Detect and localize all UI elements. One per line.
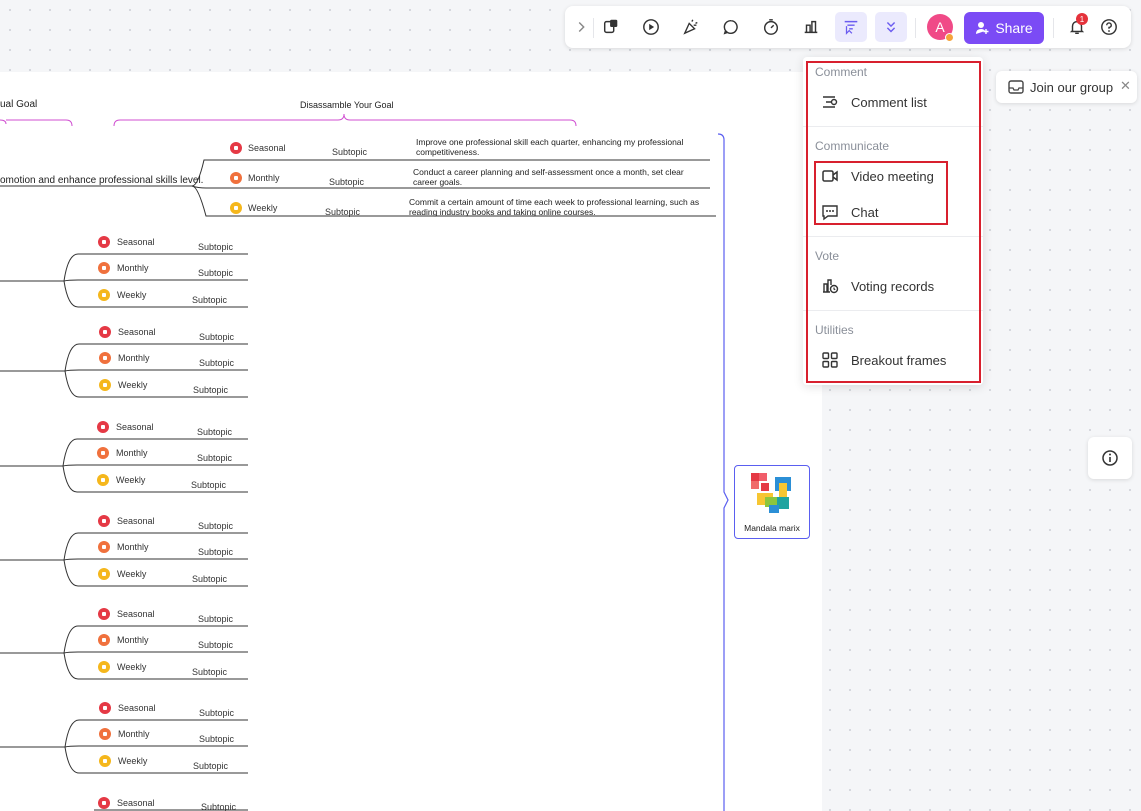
- flag-red-icon: [98, 797, 110, 809]
- subtopic-label[interactable]: Subtopic: [192, 574, 227, 584]
- flag-label[interactable]: Weekly: [118, 380, 147, 390]
- flag-label[interactable]: Weekly: [116, 475, 145, 485]
- goal-description[interactable]: Improve one professional skill each quar…: [416, 137, 712, 157]
- flag-label[interactable]: Monthly: [248, 173, 280, 183]
- subtopic-label[interactable]: Subtopic: [201, 802, 236, 811]
- subtopic-label[interactable]: Subtopic: [191, 480, 226, 490]
- flag-label[interactable]: Seasonal: [117, 609, 155, 619]
- flag-orange-icon: [98, 541, 110, 553]
- flag-label[interactable]: Monthly: [118, 729, 150, 739]
- flag-label[interactable]: Weekly: [248, 203, 277, 213]
- mandala-thumbnail: [751, 473, 791, 513]
- subtopic-label[interactable]: Subtopic: [199, 734, 234, 744]
- flag-orange-icon: [98, 262, 110, 274]
- share-label: Share: [995, 20, 1033, 36]
- flag-orange-icon: [98, 634, 110, 646]
- comment-icon[interactable]: [721, 17, 741, 37]
- play-icon[interactable]: [641, 17, 661, 37]
- subtopic-label[interactable]: Subtopic: [193, 385, 228, 395]
- subtopic-label[interactable]: Subtopic: [197, 427, 232, 437]
- subtopic-label[interactable]: Subtopic: [198, 547, 233, 557]
- subtopic-label[interactable]: Subtopic: [192, 667, 227, 677]
- flag-label[interactable]: Seasonal: [118, 703, 156, 713]
- join-group-banner[interactable]: Join our group ✕: [996, 71, 1137, 103]
- flag-orange-icon: [97, 447, 109, 459]
- flag-label[interactable]: Monthly: [117, 635, 149, 645]
- flag-orange-icon: [99, 728, 111, 740]
- chevron-right-icon[interactable]: [571, 17, 591, 37]
- flag-yellow-icon: [97, 474, 109, 486]
- flag-label[interactable]: Weekly: [117, 569, 146, 579]
- flag-label[interactable]: Monthly: [117, 263, 149, 273]
- info-icon: [1102, 450, 1118, 466]
- flag-red-icon: [98, 515, 110, 527]
- info-button[interactable]: [1088, 437, 1132, 479]
- flag-label[interactable]: Weekly: [117, 290, 146, 300]
- celebrate-icon[interactable]: [681, 17, 701, 37]
- help-icon[interactable]: [1099, 17, 1119, 37]
- subtopic-label[interactable]: Subtopic: [193, 761, 228, 771]
- mandala-matrix-card[interactable]: Mandala marix: [734, 465, 810, 539]
- subtopic-label[interactable]: Subtopic: [198, 521, 233, 531]
- subtopic-label[interactable]: Subtopic: [199, 708, 234, 718]
- add-user-icon: [976, 22, 989, 34]
- subtopic-label[interactable]: Subtopic: [192, 295, 227, 305]
- main-branch-text[interactable]: omotion and enhance professional skills …: [0, 176, 203, 186]
- inbox-icon: [1008, 80, 1024, 94]
- subtopic-label[interactable]: Subtopic: [199, 358, 234, 368]
- subtopic-label[interactable]: Subtopic: [197, 453, 232, 463]
- goal-description[interactable]: Commit a certain amount of time each wee…: [409, 197, 709, 217]
- subtopic-label[interactable]: Subtopic: [199, 332, 234, 342]
- flag-yellow-icon: [99, 379, 111, 391]
- flag-red-icon: [97, 421, 109, 433]
- flag-label[interactable]: Seasonal: [117, 237, 155, 247]
- flag-label[interactable]: Monthly: [116, 448, 148, 458]
- avatar-status-dot: [945, 33, 954, 42]
- subtopic-label[interactable]: Subtopic: [198, 242, 233, 252]
- flag-label[interactable]: Seasonal: [117, 516, 155, 526]
- flag-yellow-icon: [98, 289, 110, 301]
- subtopic-label[interactable]: Subtopic: [332, 147, 367, 157]
- flag-red-icon: [99, 702, 111, 714]
- header-right-label: Disassamble Your Goal: [300, 100, 394, 110]
- subtopic-label[interactable]: Subtopic: [198, 640, 233, 650]
- flag-orange-icon: [230, 172, 242, 184]
- sticker-icon[interactable]: [601, 17, 621, 37]
- flag-orange-icon: [99, 352, 111, 364]
- flag-yellow-icon: [230, 202, 242, 214]
- timer-icon[interactable]: [761, 17, 781, 37]
- notification-badge: 1: [1076, 13, 1088, 25]
- top-toolbar: A Share 1: [565, 6, 1131, 48]
- flag-label[interactable]: Monthly: [117, 542, 149, 552]
- subtopic-label[interactable]: Subtopic: [198, 614, 233, 624]
- flag-label[interactable]: Seasonal: [248, 143, 286, 153]
- goal-description[interactable]: Conduct a career planning and self-asses…: [413, 167, 709, 187]
- flag-label[interactable]: Monthly: [118, 353, 150, 363]
- subtopic-label[interactable]: Subtopic: [329, 177, 364, 187]
- flag-label[interactable]: Seasonal: [118, 327, 156, 337]
- flag-red-icon: [99, 326, 111, 338]
- vote-icon[interactable]: [801, 17, 821, 37]
- flag-yellow-icon: [98, 661, 110, 673]
- flag-label[interactable]: Seasonal: [117, 798, 155, 808]
- more-icon[interactable]: [881, 17, 901, 37]
- share-button[interactable]: Share: [964, 12, 1044, 44]
- collaboration-icon[interactable]: [841, 17, 861, 37]
- mandala-label: Mandala marix: [744, 523, 800, 533]
- close-icon[interactable]: ✕: [1120, 78, 1131, 94]
- flag-yellow-icon: [98, 568, 110, 580]
- flag-yellow-icon: [99, 755, 111, 767]
- flag-label[interactable]: Seasonal: [116, 422, 154, 432]
- flag-red-icon: [230, 142, 242, 154]
- flag-label[interactable]: Weekly: [117, 662, 146, 672]
- subtopic-label[interactable]: Subtopic: [325, 207, 360, 217]
- subtopic-label[interactable]: Subtopic: [198, 268, 233, 278]
- header-left-label: ual Goal: [0, 99, 38, 110]
- flag-red-icon: [98, 608, 110, 620]
- flag-label[interactable]: Weekly: [118, 756, 147, 766]
- mindmap-board[interactable]: ual Goal Disassamble Your Goal omotion a…: [0, 72, 822, 811]
- join-group-label: Join our group: [1030, 80, 1114, 95]
- highlight-outline-communicate: [814, 161, 948, 225]
- flag-red-icon: [98, 236, 110, 248]
